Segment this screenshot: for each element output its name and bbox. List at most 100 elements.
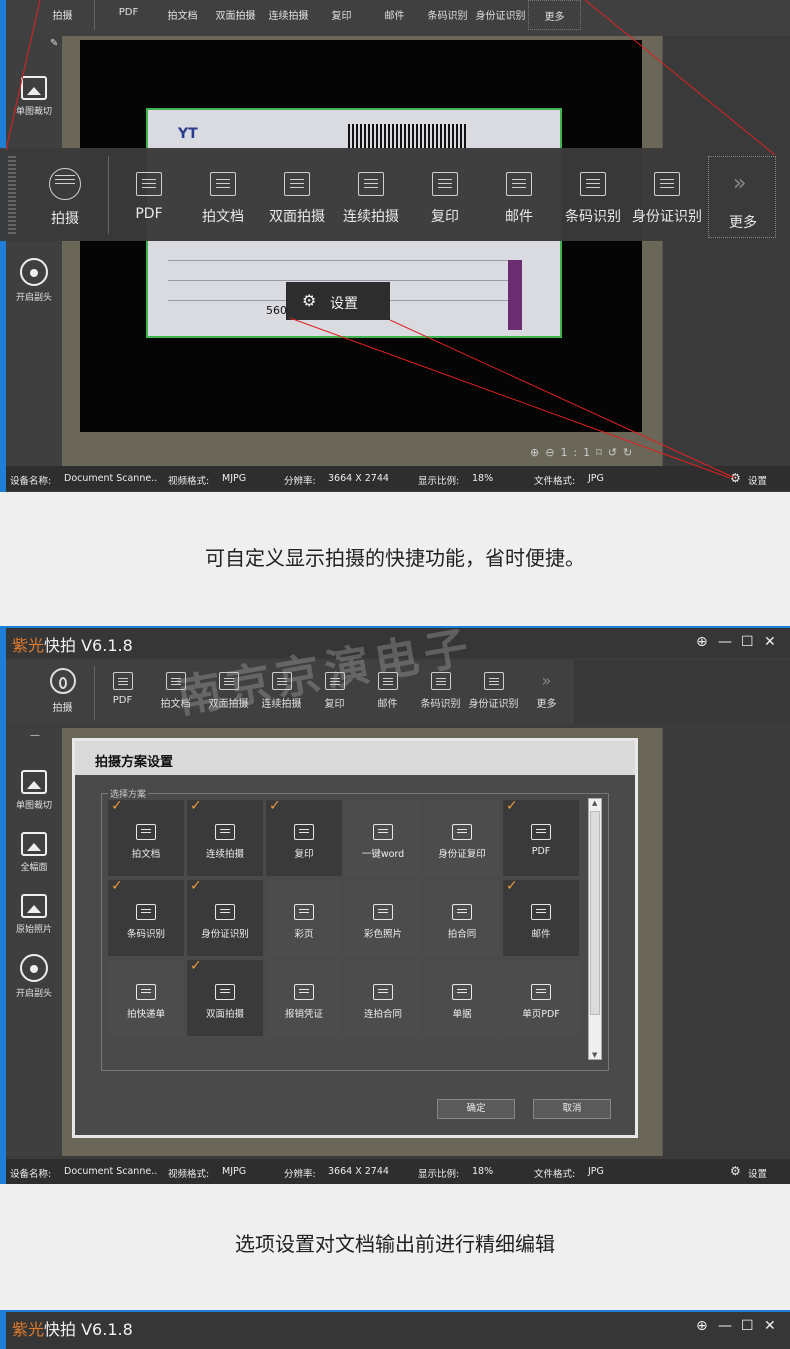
toolbar-pdf[interactable]: PDF <box>96 672 149 706</box>
status-bar: 设备名称: Document Scanne.. 视频格式: MJPG 分辨率: … <box>6 1159 790 1184</box>
scheme-tile[interactable]: 身份证复印 <box>424 800 500 876</box>
scheme-tile[interactable]: ✓ 双面拍摄 <box>187 958 263 1036</box>
scheme-label: 拍合同 <box>447 929 477 940</box>
scheme-icon <box>452 984 472 1000</box>
scheme-tile[interactable]: 连拍合同 <box>345 960 421 1036</box>
app-title: 紫光快拍 V6.1.8 <box>12 1320 133 1339</box>
toolbar-separator <box>94 666 95 720</box>
scheme-tile[interactable]: 一键word <box>345 800 421 876</box>
close-icon[interactable]: ✕ <box>764 1318 776 1334</box>
settings-gear-icon[interactable]: ⚙ <box>730 1164 741 1178</box>
sidebar-item-full-frame[interactable]: 全幅面 <box>6 832 62 873</box>
scheme-icon <box>294 904 314 920</box>
scheme-tile[interactable]: ✓ 身份证识别 <box>187 878 263 956</box>
scheme-tile[interactable]: ✓ PDF <box>503 798 579 876</box>
callout-line <box>5 0 41 151</box>
globe-icon[interactable]: ⊕ <box>696 634 708 650</box>
device-value: Document Scanne.. <box>64 1166 158 1177</box>
settings-button[interactable]: 设置 <box>748 1166 767 1180</box>
caption-2: 选项设置对文档输出前进行精细编辑 <box>235 1232 555 1256</box>
check-icon: ✓ <box>269 798 281 814</box>
callout-line <box>289 317 731 479</box>
double-chevron-icon: » <box>541 671 552 690</box>
globe-icon[interactable]: ⊕ <box>696 1318 708 1334</box>
check-icon: ✓ <box>190 958 202 974</box>
scheme-tile[interactable]: 报销凭证 <box>266 960 342 1036</box>
ok-button[interactable]: 确定 <box>437 1099 515 1119</box>
scheme-tile[interactable]: ✓ 连续拍摄 <box>187 798 263 876</box>
scheme-label: 拍文档 <box>131 849 161 860</box>
sub-camera-icon <box>20 954 48 982</box>
scheme-label: 身份证识别 <box>201 929 249 940</box>
check-icon: ✓ <box>190 798 202 814</box>
title-bar: 紫光快拍 V6.1.8 ⊕ — ☐ ✕ <box>6 1312 790 1349</box>
scheme-tile[interactable]: 彩页 <box>266 880 342 956</box>
minimize-icon[interactable]: — <box>718 1318 732 1334</box>
toolbar-fill <box>574 660 790 724</box>
scheme-icon <box>452 904 472 920</box>
scheme-tile[interactable]: ✓ 条码识别 <box>108 878 184 956</box>
scroll-up-arrow[interactable]: ▲ <box>592 799 597 807</box>
resolution-label: 分辨率: <box>284 1169 316 1180</box>
scheme-label: 彩色照片 <box>363 929 402 940</box>
scheme-icon <box>531 984 551 1000</box>
scheme-icon <box>136 824 156 840</box>
app-screenshot-3: 紫光快拍 V6.1.8 ⊕ — ☐ ✕ <box>0 1310 790 1349</box>
scheme-tile[interactable]: ✓ 拍文档 <box>108 798 184 876</box>
toolbar-more[interactable]: » 更多 <box>520 671 573 711</box>
scheme-tile[interactable]: 彩色照片 <box>345 880 421 956</box>
right-pane <box>662 728 790 1156</box>
maximize-icon[interactable]: ☐ <box>741 1318 754 1334</box>
scheme-icon <box>531 824 551 840</box>
scheme-tile[interactable]: 单页PDF <box>503 960 579 1036</box>
scheme-label: 单据 <box>452 1009 472 1020</box>
device-label: 设备名称: <box>10 1169 52 1180</box>
scheme-icon <box>294 984 314 1000</box>
pin-icon[interactable]: — <box>30 730 40 741</box>
scheme-icon <box>136 984 156 1000</box>
scheme-label: 单页PDF <box>522 1009 560 1020</box>
scheme-label: 邮件 <box>531 929 551 940</box>
scheme-icon <box>215 824 235 840</box>
scheme-label: 复印 <box>294 849 314 860</box>
close-icon[interactable]: ✕ <box>764 634 776 650</box>
full-frame-icon <box>21 832 47 856</box>
scheme-tile[interactable]: 拍快递单 <box>108 960 184 1036</box>
callout-line <box>584 0 776 156</box>
toolbar-idcard[interactable]: 身份证识别 <box>467 672 520 710</box>
cancel-button[interactable]: 取消 <box>533 1099 611 1119</box>
check-icon: ✓ <box>506 878 518 894</box>
capture-scheme-dialog: 拍摄方案设置 选择方案 ✓ 拍文档 ✓ 连续拍摄 ✓ 复印 一键word 身份证复印 ✓ PDF ✓… <box>72 738 638 1138</box>
scheme-tile[interactable]: ✓ 邮件 <box>503 878 579 956</box>
dialog-title: 拍摄方案设置 <box>75 741 635 775</box>
toolbar-shoot[interactable]: 拍摄 <box>36 668 89 714</box>
app-screenshot-2: 紫光快拍 V6.1.8 ⊕ — ☐ ✕ 拍摄 PDF 拍文档 双面拍摄 连续拍摄… <box>0 626 790 1184</box>
scheme-label: 报销凭证 <box>284 1009 323 1020</box>
minimize-icon[interactable]: — <box>718 634 732 650</box>
video-value: MJPG <box>222 1166 247 1177</box>
pdf-icon <box>112 672 133 690</box>
ratio-value: 18% <box>472 1166 494 1177</box>
scroll-thumb[interactable] <box>590 811 600 1015</box>
scheme-icon <box>215 984 235 1000</box>
scheme-label: PDF <box>531 846 551 857</box>
check-icon: ✓ <box>111 798 123 814</box>
maximize-icon[interactable]: ☐ <box>741 634 754 650</box>
scrollbar[interactable]: ▲ ▼ <box>588 798 602 1060</box>
sidebar-item-original-photo[interactable]: 原始照片 <box>6 894 62 935</box>
scheme-tile[interactable]: ✓ 复印 <box>266 798 342 876</box>
scheme-icon <box>531 904 551 920</box>
resolution-value: 3664 X 2744 <box>328 1166 389 1177</box>
id-scan-icon <box>483 672 504 690</box>
sidebar-item-single-crop[interactable]: 单图裁切 <box>6 770 62 811</box>
scheme-tile[interactable]: 拍合同 <box>424 880 500 956</box>
scheme-icon <box>373 824 393 840</box>
scheme-tile[interactable]: 单据 <box>424 960 500 1036</box>
scroll-down-arrow[interactable]: ▼ <box>592 1051 597 1059</box>
scheme-label: 身份证复印 <box>438 849 486 860</box>
sidebar-item-open-sub[interactable]: 开启副头 <box>6 954 62 999</box>
camera-icon <box>49 668 76 694</box>
check-icon: ✓ <box>506 798 518 814</box>
scheme-label: 一键word <box>361 849 405 860</box>
check-icon: ✓ <box>111 878 123 894</box>
